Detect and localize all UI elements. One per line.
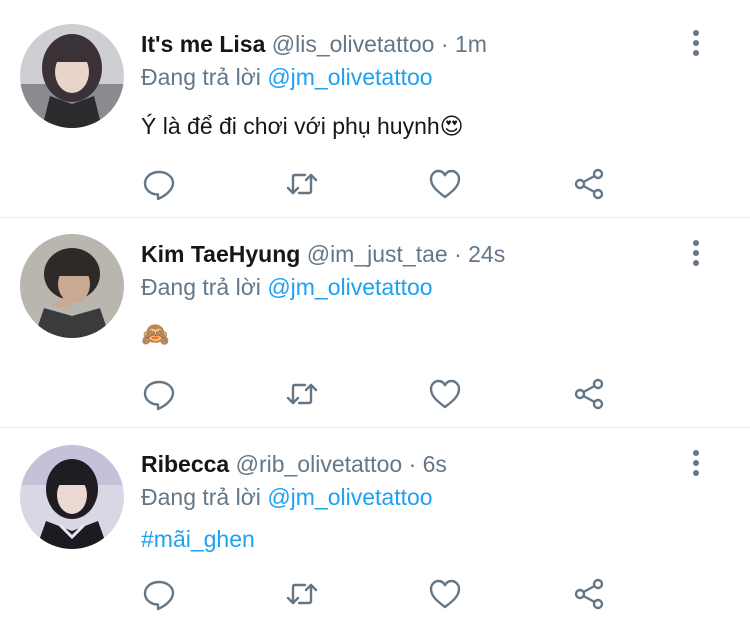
action-bar [141,576,621,612]
tweet-text: Ý là để đi chơi với phụ huynh😍 [141,113,464,139]
retweet-icon[interactable] [284,166,320,202]
mention-link[interactable]: @jm_olivetattoo [267,274,432,300]
reply-icon[interactable] [141,576,177,612]
retweet-icon[interactable] [284,576,320,612]
replying-to-label: Đang trả lời [141,484,261,510]
avatar[interactable] [20,24,124,128]
display-name[interactable]: It's me Lisa [141,31,265,57]
mention-link[interactable]: @jm_olivetattoo [267,484,432,510]
display-name[interactable]: Ribecca [141,451,229,477]
tweet-header: Kim TaeHyung @im_just_tae · 24s [141,240,505,268]
more-options-icon[interactable] [683,448,709,478]
separator-dot: · [440,31,449,57]
tweet[interactable]: Ribecca @rib_olivetattoo · 6s Đang trả l… [0,429,750,624]
like-icon[interactable] [427,166,463,202]
reply-icon[interactable] [141,166,177,202]
share-icon[interactable] [571,576,607,612]
user-handle[interactable]: @im_just_tae [307,241,448,267]
avatar[interactable] [20,445,124,549]
separator-dot: · [454,241,462,267]
tweet-header: Ribecca @rib_olivetattoo · 6s [141,450,447,478]
user-handle[interactable]: @rib_olivetattoo [236,451,403,477]
tweet[interactable]: Kim TaeHyung @im_just_tae · 24s Đang trả… [0,219,750,428]
timestamp[interactable]: 24s [468,241,505,267]
retweet-icon[interactable] [284,376,320,412]
replying-to: Đang trả lời @jm_olivetattoo [141,63,433,91]
replying-to: Đang trả lời @jm_olivetattoo [141,483,433,511]
more-options-icon[interactable] [683,238,709,268]
mention-link[interactable]: @jm_olivetattoo [267,64,432,90]
action-bar [141,166,621,202]
separator-dot: · [408,451,417,477]
timestamp[interactable]: 1m [455,31,487,57]
tweet-text: 🙈 [141,321,170,347]
replying-to-label: Đang trả lời [141,64,261,90]
timestamp[interactable]: 6s [423,451,447,477]
like-icon[interactable] [427,576,463,612]
tweet-header: It's me Lisa @lis_olivetattoo · 1m [141,30,487,58]
hashtag-link[interactable]: #mãi_ghen [141,524,255,554]
more-options-icon[interactable] [683,28,709,58]
reply-icon[interactable] [141,376,177,412]
share-icon[interactable] [571,166,607,202]
user-handle[interactable]: @lis_olivetattoo [272,31,435,57]
display-name[interactable]: Kim TaeHyung [141,241,300,267]
avatar[interactable] [20,234,124,338]
share-icon[interactable] [571,376,607,412]
tweet[interactable]: It's me Lisa @lis_olivetattoo · 1m Đang … [0,0,750,218]
replying-to-label: Đang trả lời [141,274,261,300]
replying-to: Đang trả lời @jm_olivetattoo [141,273,433,301]
action-bar [141,376,621,412]
like-icon[interactable] [427,376,463,412]
